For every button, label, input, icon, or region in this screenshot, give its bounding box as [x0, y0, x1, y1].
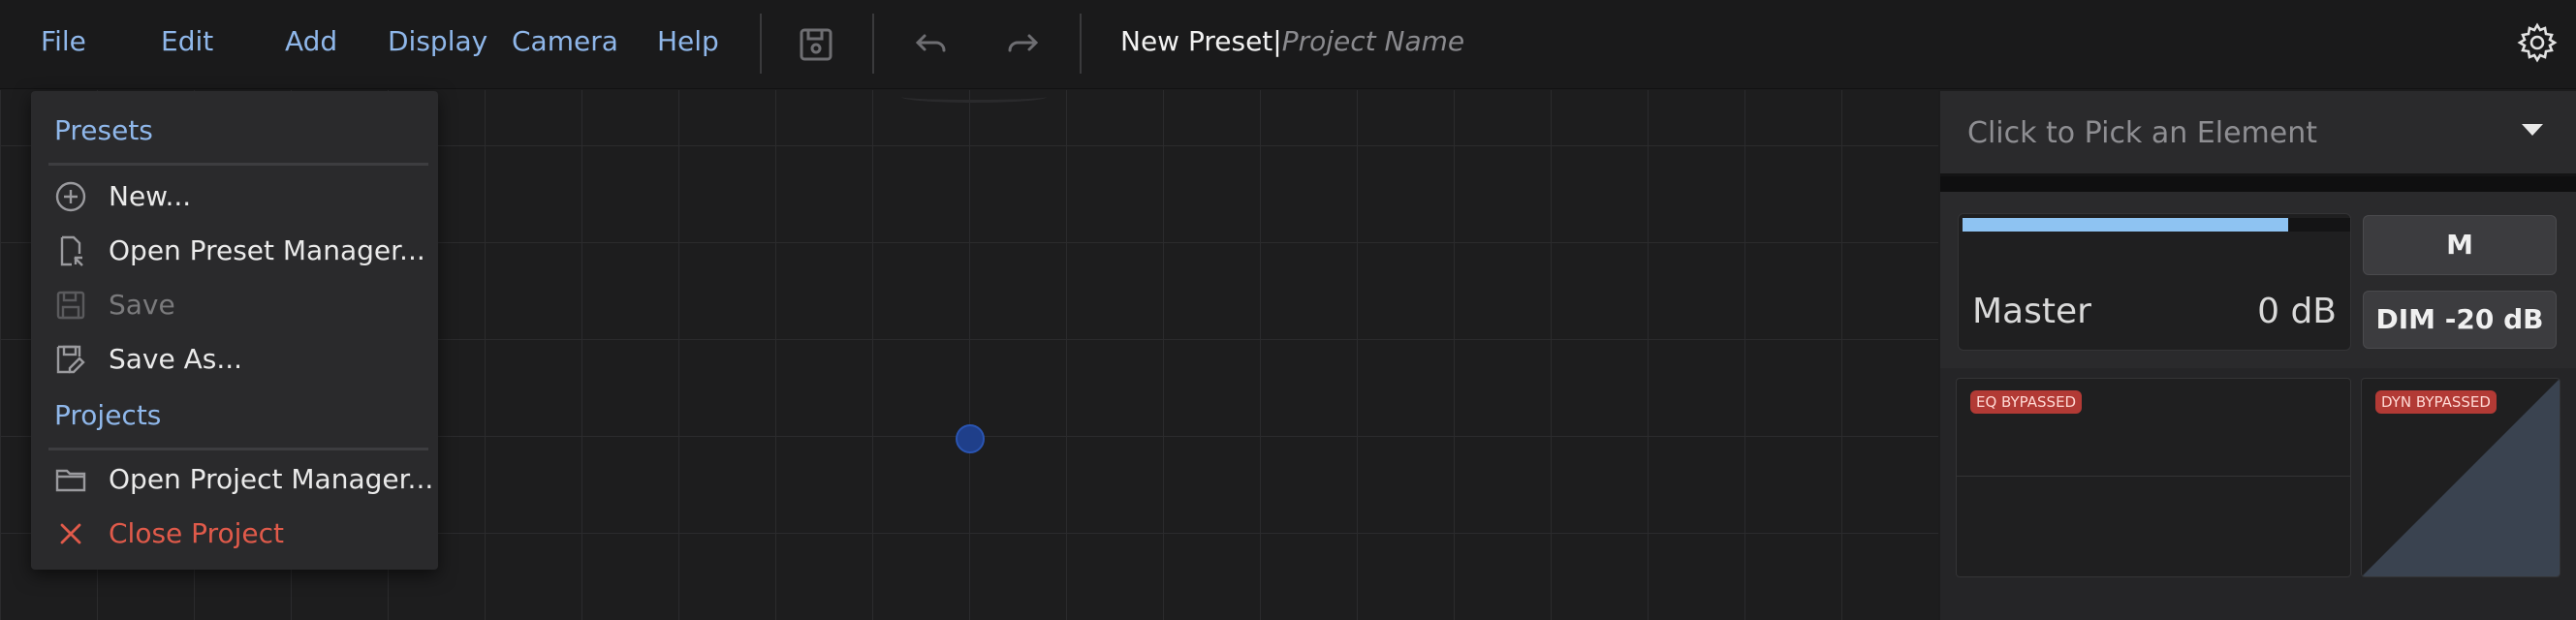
mute-button[interactable]: M: [2363, 215, 2557, 275]
menu-divider: [48, 163, 428, 166]
menu-item-save-as[interactable]: Save As...: [31, 333, 438, 386]
menu-divider: [48, 448, 428, 450]
element-inspector-panel: Click to Pick an Element Master 0 dB M D…: [1940, 91, 2576, 620]
redo-icon[interactable]: [1002, 23, 1045, 66]
preset-name[interactable]: New Preset: [1120, 25, 1272, 57]
file-menu-dropdown: Presets New... Open Preset Manager... Sa…: [31, 91, 438, 570]
element-picker-placeholder: Click to Pick an Element: [1967, 116, 2317, 150]
master-gain-value[interactable]: 0 dB: [2257, 292, 2337, 331]
menu-help[interactable]: Help: [657, 25, 719, 57]
save-icon[interactable]: [795, 23, 837, 66]
menu-add[interactable]: Add: [285, 25, 337, 57]
app-window: File Edit Add Display Camera Help New Pr…: [0, 0, 2576, 620]
document-title[interactable]: New Preset|Project Name: [1120, 25, 1464, 57]
toolbar-divider: [872, 14, 874, 74]
chevron-down-icon: [2522, 124, 2543, 136]
projects-heading: Projects: [54, 399, 162, 431]
folder-icon: [54, 463, 87, 496]
dyn-bypassed-badge: DYN BYPASSED: [2375, 390, 2497, 414]
presets-heading: Presets: [54, 114, 153, 146]
dynamics-display[interactable]: DYN BYPASSED: [2361, 378, 2560, 577]
undo-icon[interactable]: [909, 23, 952, 66]
add-circle-icon: [54, 180, 87, 213]
menu-item-open-preset-manager[interactable]: Open Preset Manager...: [31, 225, 438, 277]
menu-item-save[interactable]: Save: [31, 279, 438, 331]
master-channel[interactable]: Master 0 dB: [1958, 213, 2351, 351]
origin-marker: [956, 424, 985, 453]
master-label: Master: [1972, 292, 2091, 331]
menu-item-label: New...: [109, 180, 192, 212]
menu-item-label: Open Project Manager...: [109, 463, 434, 495]
save-as-icon: [54, 343, 87, 376]
menu-edit[interactable]: Edit: [161, 25, 213, 57]
master-level-meter: [1963, 218, 2350, 232]
title-separator: |: [1272, 25, 1282, 57]
menu-item-close-project[interactable]: Close Project: [31, 508, 438, 560]
viewport-tab-handle: [901, 91, 1047, 103]
element-picker-dropdown[interactable]: Click to Pick an Element: [1940, 91, 2576, 176]
panel-divider: [1940, 176, 2576, 192]
eq-bypassed-badge: EQ BYPASSED: [1970, 390, 2083, 414]
menu-item-label: Close Project: [109, 517, 284, 549]
top-menubar: File Edit Add Display Camera Help New Pr…: [0, 0, 2576, 89]
close-icon: [54, 517, 87, 550]
save-icon: [54, 289, 87, 322]
eq-center-line: [1957, 476, 2350, 477]
project-name-placeholder[interactable]: Project Name: [1282, 25, 1464, 57]
menu-item-label: Save: [109, 289, 175, 321]
menu-display[interactable]: Display: [388, 25, 487, 57]
toolbar-divider: [1080, 14, 1082, 74]
menu-item-label: Save As...: [109, 343, 243, 375]
menu-item-new[interactable]: New...: [31, 170, 438, 223]
menu-file[interactable]: File: [41, 25, 86, 57]
master-level-meter-fill: [1963, 218, 2288, 232]
eq-display[interactable]: EQ BYPASSED: [1956, 378, 2351, 577]
menu-camera[interactable]: Camera: [512, 25, 618, 57]
settings-gear-icon[interactable]: [2516, 21, 2559, 64]
toolbar-divider: [760, 14, 762, 74]
file-open-icon: [54, 234, 87, 267]
menu-item-open-project-manager[interactable]: Open Project Manager...: [31, 453, 438, 506]
dim-button[interactable]: DIM -20 dB: [2363, 291, 2557, 349]
effects-area: EQ BYPASSED DYN BYPASSED: [1940, 368, 2576, 620]
menu-item-label: Open Preset Manager...: [109, 234, 425, 266]
